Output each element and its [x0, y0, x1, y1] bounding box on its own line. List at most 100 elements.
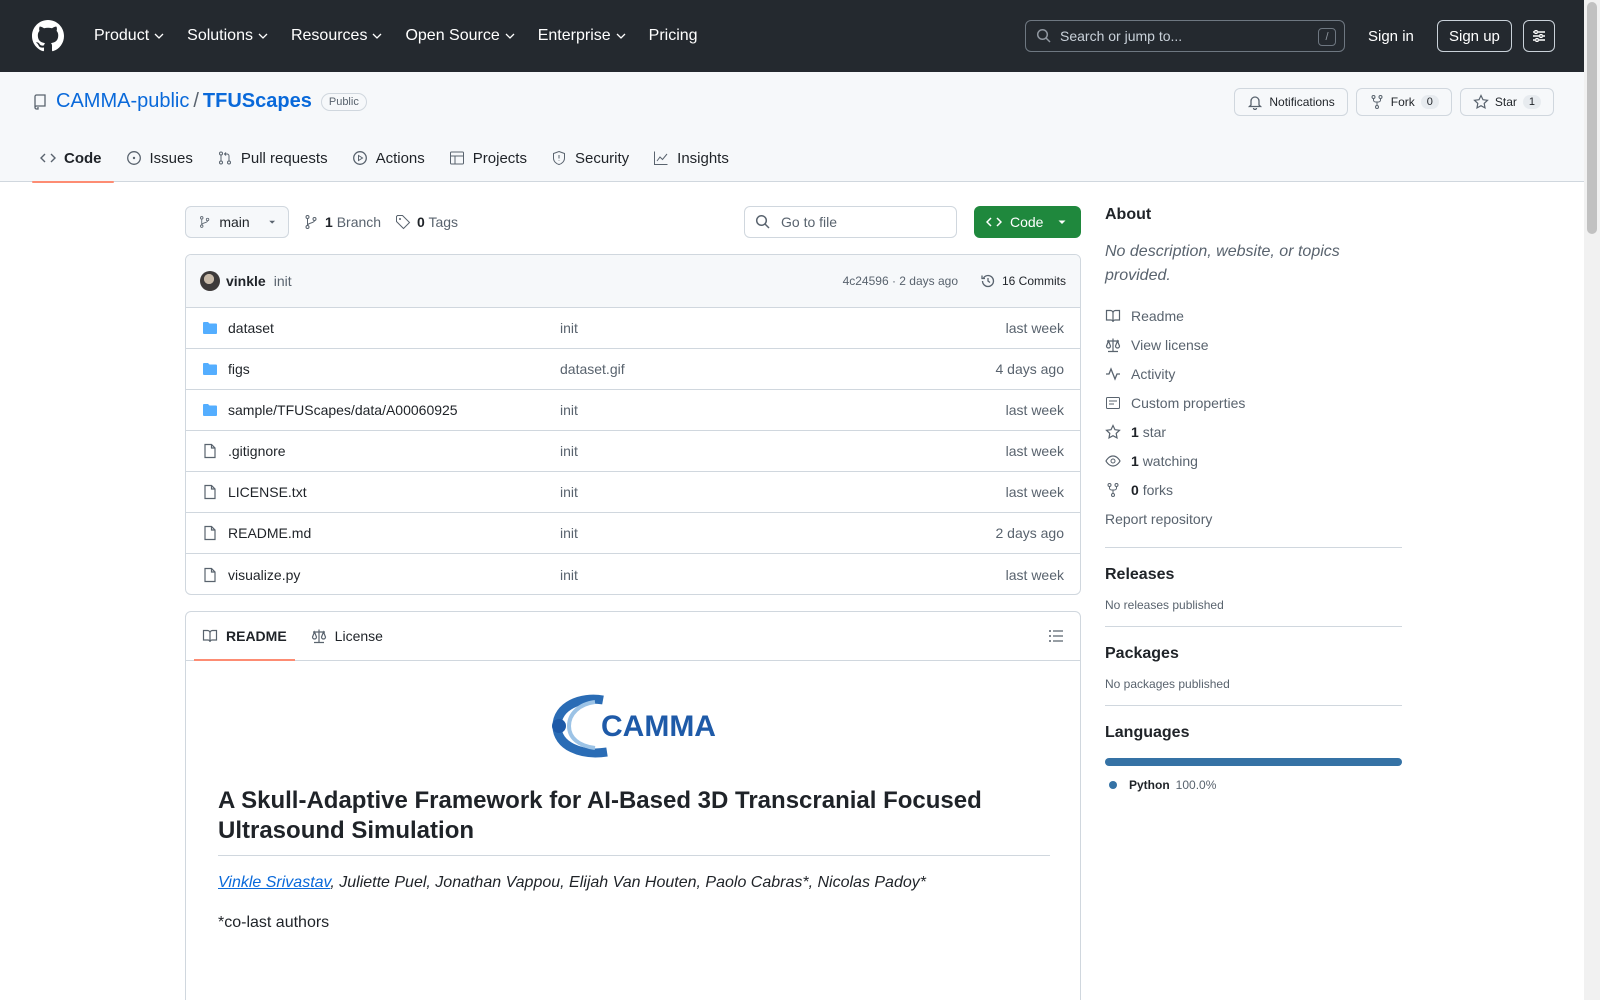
law-icon: [1105, 338, 1121, 352]
repo-icon: [34, 93, 46, 110]
file-name-link[interactable]: LICENSE.txt: [228, 484, 307, 500]
nav-pricing[interactable]: Pricing: [641, 20, 706, 52]
forks-link[interactable]: 0 forks: [1105, 475, 1402, 504]
file-commit-date: 4 days ago: [995, 361, 1065, 377]
license-link[interactable]: View license: [1105, 330, 1402, 359]
stars-link[interactable]: 1 star: [1105, 417, 1402, 446]
file-name-link[interactable]: visualize.py: [228, 567, 300, 583]
nav-enterprise[interactable]: Enterprise: [530, 20, 635, 52]
readme-authors: Vinkle Srivastav, Juliette Puel, Jonatha…: [218, 874, 926, 892]
file-commit-message[interactable]: init: [560, 402, 578, 418]
branches-link[interactable]: 1 Branch: [325, 214, 381, 230]
readme-link[interactable]: Readme: [1105, 301, 1402, 330]
nav-label: Solutions: [187, 27, 253, 44]
tab-pull-requests[interactable]: Pull requests: [209, 134, 340, 182]
stars-label: star: [1142, 423, 1167, 440]
tab-code[interactable]: Code: [32, 134, 114, 183]
chevron-down-icon: [258, 33, 268, 39]
nav-solutions[interactable]: Solutions: [179, 20, 277, 52]
file-name-link[interactable]: dataset: [228, 320, 274, 336]
readme-tabs: README License: [186, 612, 1080, 661]
star-button[interactable]: Star 1: [1459, 88, 1554, 116]
packages-heading[interactable]: Packages: [1105, 645, 1402, 663]
fork-button[interactable]: Fork 0: [1355, 88, 1452, 116]
tab-label: Actions: [375, 149, 425, 167]
about-heading: About: [1105, 206, 1152, 223]
commit-message-link[interactable]: init: [274, 273, 292, 289]
tab-license[interactable]: License: [303, 612, 391, 660]
pulse-icon: [1106, 366, 1120, 381]
author-link[interactable]: Vinkle Srivastav: [218, 874, 330, 891]
commits-link[interactable]: 16 Commits: [980, 273, 1066, 289]
search-shortcut-key: /: [1318, 28, 1336, 46]
file-name-link[interactable]: README.md: [228, 525, 311, 541]
table-row[interactable]: dataset init last week: [186, 308, 1080, 349]
file-commit-message[interactable]: init: [560, 320, 578, 336]
file-commit-date: last week: [1005, 402, 1064, 418]
releases-heading[interactable]: Releases: [1105, 566, 1402, 584]
notifications-button[interactable]: Notifications: [1234, 88, 1348, 116]
nav-open-source[interactable]: Open Source: [397, 20, 523, 52]
table-row[interactable]: .gitignore init last week: [186, 431, 1080, 472]
table-row[interactable]: visualize.py init last week: [186, 554, 1080, 594]
search-input[interactable]: Search or jump to... /: [1025, 20, 1345, 52]
file-name-link[interactable]: figs: [228, 361, 250, 377]
repo-actions: Notifications Fork 0 Star 1: [1234, 88, 1554, 116]
tags-link[interactable]: 0 Tags: [417, 214, 458, 230]
go-to-file-placeholder: Go to file: [781, 214, 838, 230]
table-row[interactable]: LICENSE.txt init last week: [186, 472, 1080, 513]
file-commit-message[interactable]: init: [560, 443, 578, 459]
file-name-link[interactable]: sample/TFUScapes/data/A00060925: [228, 402, 458, 418]
code-dropdown-button[interactable]: Code: [974, 206, 1081, 238]
tab-projects[interactable]: Projects: [441, 134, 539, 182]
search-icon: [755, 214, 770, 229]
file-commit-message[interactable]: init: [560, 567, 578, 583]
scrollbar-thumb[interactable]: [1587, 2, 1597, 234]
repo-name-link[interactable]: TFUScapes: [203, 90, 312, 113]
file-commit-date: last week: [1005, 320, 1064, 336]
tab-issues[interactable]: Issues: [118, 134, 205, 182]
file-name-link[interactable]: .gitignore: [228, 443, 286, 459]
stars-count: 1: [1131, 423, 1139, 440]
shield-icon: [552, 150, 565, 166]
list-unordered-icon[interactable]: [1048, 628, 1064, 644]
sign-in-link[interactable]: Sign in: [1368, 20, 1414, 52]
table-row[interactable]: README.md init 2 days ago: [186, 513, 1080, 554]
go-to-file-input[interactable]: Go to file: [744, 206, 957, 238]
star-label: Star: [1494, 95, 1517, 109]
caret-down-icon: [1058, 220, 1066, 224]
tab-readme[interactable]: README: [194, 612, 295, 661]
about-description: No description, website, or topics provi…: [1105, 243, 1340, 284]
tab-label: License: [334, 628, 383, 644]
report-repository-link[interactable]: Report repository: [1105, 504, 1402, 533]
custom-properties-link[interactable]: Custom properties: [1105, 388, 1402, 417]
chevron-down-icon: [616, 33, 626, 39]
commit-meta[interactable]: 4c24596 · 2 days ago: [843, 274, 958, 288]
language-python[interactable]: Python 100.0%: [1105, 778, 1402, 792]
watchers-link[interactable]: 1 watching: [1105, 446, 1402, 475]
branch-selector[interactable]: main: [185, 206, 289, 238]
file-commit-message[interactable]: init: [560, 484, 578, 500]
activity-link[interactable]: Activity: [1105, 359, 1402, 388]
repo-title: CAMMA-public / TFUScapes Public: [32, 90, 367, 113]
sign-up-button[interactable]: Sign up: [1437, 20, 1512, 52]
caret-down-icon: [268, 220, 275, 224]
tab-actions[interactable]: Actions: [344, 134, 437, 182]
file-commit-message[interactable]: dataset.gif: [560, 361, 625, 377]
tab-security[interactable]: Security: [543, 134, 641, 182]
github-logo-icon[interactable]: [32, 20, 64, 52]
nav-resources[interactable]: Resources: [283, 20, 391, 52]
nav-product[interactable]: Product: [86, 20, 173, 52]
site-menu-button[interactable]: [1523, 20, 1555, 52]
repo-owner-link[interactable]: CAMMA-public: [56, 90, 189, 113]
avatar[interactable]: [200, 271, 220, 291]
folder-icon: [203, 322, 217, 334]
commit-author-link[interactable]: vinkle: [226, 273, 266, 289]
tab-insights[interactable]: Insights: [645, 134, 741, 182]
language-color-dot: [1109, 781, 1117, 789]
table-row[interactable]: sample/TFUScapes/data/A00060925 init last …: [186, 390, 1080, 431]
file-commit-message[interactable]: init: [560, 525, 578, 541]
custom-properties-label: Custom properties: [1131, 394, 1246, 411]
table-row[interactable]: figs dataset.gif 4 days ago: [186, 349, 1080, 390]
repo-tabs: Code Issues Pull requests Actions Projec…: [32, 134, 745, 183]
